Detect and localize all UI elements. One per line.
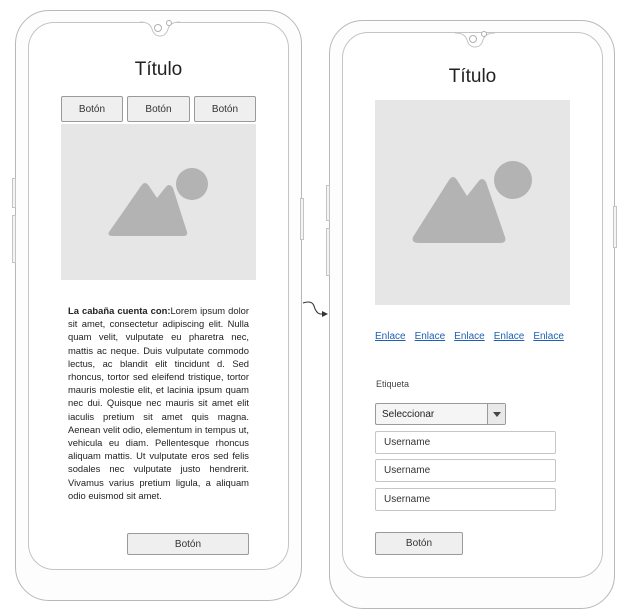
username-input-2[interactable]: Username xyxy=(375,459,556,482)
tab-button-3[interactable]: Botón xyxy=(194,96,256,122)
side-button-right-1 xyxy=(326,185,330,221)
sun-icon xyxy=(494,161,532,199)
image-placeholder-icon xyxy=(412,161,532,243)
submit-button-right[interactable]: Botón xyxy=(375,532,463,555)
image-placeholder-icon xyxy=(108,168,208,236)
side-button-right-3 xyxy=(613,206,617,248)
sun-icon xyxy=(176,168,208,200)
image-placeholder-right xyxy=(375,100,570,305)
link-2[interactable]: Enlace xyxy=(415,331,446,342)
side-button-left-1 xyxy=(12,178,16,208)
page-title-right: Título xyxy=(448,66,497,87)
bottom-button-left[interactable]: Botón xyxy=(127,533,249,555)
side-button-left-2 xyxy=(12,215,16,263)
dropdown-arrow-icon[interactable] xyxy=(487,404,505,424)
select-dropdown[interactable]: Seleccionar xyxy=(375,403,506,425)
description-text: Lorem ipsum dolor sit amet, consectetur … xyxy=(68,305,249,501)
tab-button-2[interactable]: Botón xyxy=(127,96,190,122)
mountain-icon xyxy=(108,183,188,236)
description-bold-lead: La cabaña cuenta con: xyxy=(68,305,171,316)
link-5[interactable]: Enlace xyxy=(533,331,564,342)
username-input-1[interactable]: Username xyxy=(375,431,556,454)
side-button-right xyxy=(300,198,304,240)
link-3[interactable]: Enlace xyxy=(454,331,485,342)
tab-button-1[interactable]: Botón xyxy=(61,96,123,122)
link-row: Enlace Enlace Enlace Enlace Enlace xyxy=(375,331,564,342)
page-title-left: Título xyxy=(134,59,183,80)
link-1[interactable]: Enlace xyxy=(375,331,406,342)
username-input-3[interactable]: Username xyxy=(375,488,556,511)
field-label: Etiqueta xyxy=(376,379,410,389)
side-button-right-2 xyxy=(326,228,330,276)
description-paragraph: La cabaña cuenta con:Lorem ipsum dolor s… xyxy=(68,304,249,512)
link-4[interactable]: Enlace xyxy=(494,331,525,342)
notch-left xyxy=(140,20,180,37)
image-placeholder-left xyxy=(61,124,256,280)
notch-right xyxy=(455,31,495,48)
select-value: Seleccionar xyxy=(382,409,435,420)
connector-arrow-icon xyxy=(322,311,328,317)
mountain-icon xyxy=(412,177,506,243)
